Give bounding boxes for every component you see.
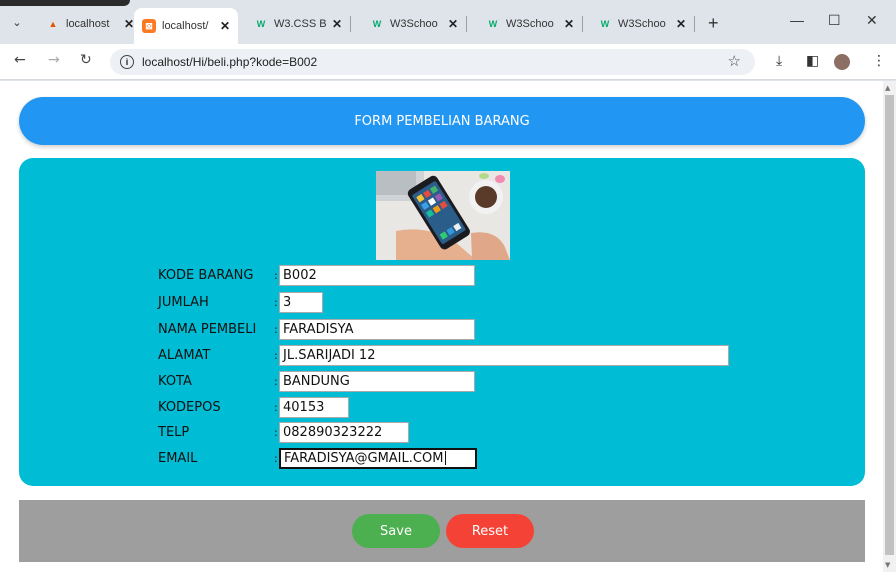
window-close-icon[interactable]: ✕ (866, 12, 878, 29)
form-row-email: EMAIL : FARADISYA@GMAIL.COM (158, 447, 477, 469)
form-row-kota: KOTA : BANDUNG (158, 370, 475, 392)
reset-button[interactable]: Reset (446, 514, 534, 548)
alamat-input[interactable]: JL.SARIJADI 12 (279, 344, 729, 366)
field-label: ALAMAT (158, 347, 211, 363)
purchase-form: KODE BARANG : B002 JUMLAH : 3 NAMA PEMBE… (19, 158, 865, 486)
tab-localhost-2[interactable]: ⊠ localhost/ ✕ (134, 8, 239, 44)
tab-w3schools-3[interactable]: W W3Schoo ✕ (590, 10, 696, 38)
site-info-icon[interactable]: i (120, 55, 134, 69)
close-icon[interactable]: ✕ (676, 17, 686, 31)
window-corner (0, 0, 130, 6)
tab-w3css[interactable]: W W3.CSS B ✕ (246, 10, 352, 38)
product-image (376, 171, 510, 260)
download-icon[interactable]: ⤓ (776, 53, 782, 69)
browser-toolbar: ← → ↻ i localhost/Hi/beli.php?kode=B002 … (0, 44, 896, 80)
field-label: TELP (158, 424, 190, 440)
form-row-kodepos: KODEPOS : 40153 (158, 396, 349, 418)
reload-icon[interactable]: ↻ (80, 52, 92, 68)
w3schools-favicon-icon: W (488, 19, 498, 29)
jumlah-input[interactable]: 3 (279, 291, 323, 313)
kodepos-input[interactable]: 40153 (279, 396, 349, 418)
bookmark-star-icon[interactable]: ☆ (728, 52, 741, 70)
maximize-icon[interactable]: ☐ (828, 12, 841, 29)
close-icon[interactable]: ✕ (220, 19, 230, 33)
form-actions: Save Reset (19, 500, 865, 562)
side-panel-icon[interactable]: ◧ (806, 53, 819, 69)
page-viewport: FORM PEMBELIAN BARANG KODE BARANG: B002… (0, 81, 896, 572)
w3schools-favicon-icon: W (600, 19, 610, 29)
back-arrow-icon[interactable]: ← (14, 52, 26, 68)
menu-dots-icon[interactable]: ⋮ (872, 53, 886, 69)
form-row-kode-barang: KODE BARANG : B002 (158, 264, 475, 286)
w3schools-favicon-icon: W (372, 19, 382, 29)
profile-avatar[interactable] (834, 54, 850, 70)
xampp-favicon-icon: ▲ (48, 19, 58, 29)
close-icon[interactable]: ✕ (448, 17, 458, 31)
kode-barang-input[interactable]: B002 (279, 264, 475, 286)
text-caret (445, 451, 447, 465)
new-tab-plus-icon[interactable]: + (708, 13, 719, 34)
form-row-jumlah: JUMLAH : 3 (158, 291, 323, 313)
form-row-telp: TELP : 082890323222 (158, 421, 409, 443)
scroll-up-arrow-icon[interactable]: ▲ (885, 84, 890, 92)
close-icon[interactable]: ✕ (332, 17, 342, 31)
close-icon[interactable]: ✕ (124, 17, 134, 31)
address-bar[interactable]: i localhost/Hi/beli.php?kode=B002 ☆ (110, 49, 755, 75)
xampp-favicon-icon: ⊠ (142, 19, 156, 33)
url-text: localhost/Hi/beli.php?kode=B002 (142, 55, 318, 69)
field-label: KOTA (158, 373, 192, 389)
field-label: KODEPOS (158, 399, 221, 415)
field-label: EMAIL (158, 450, 198, 466)
tab-w3schools-2[interactable]: W W3Schoo ✕ (478, 10, 584, 38)
forward-arrow-icon[interactable]: → (48, 52, 60, 68)
tab-strip: ⌄ ▲ localhost ✕ ⊠ localhost/ ✕ W W3.CSS … (0, 0, 896, 44)
form-row-nama-pembeli: NAMA PEMBELI : FARADISYA (158, 318, 475, 340)
field-label: NAMA PEMBELI (158, 321, 257, 337)
save-button[interactable]: Save (352, 514, 440, 548)
tab-w3schools-1[interactable]: W W3Schoo ✕ (362, 10, 468, 38)
minimize-icon[interactable]: — (790, 12, 804, 28)
field-label: KODE BARANG (158, 267, 254, 283)
close-icon[interactable]: ✕ (564, 17, 574, 31)
email-value: FARADISYA@GMAIL.COM (284, 450, 444, 466)
email-input[interactable]: FARADISYA@GMAIL.COM (279, 447, 477, 469)
scrollbar-thumb[interactable] (885, 95, 894, 555)
page-title: FORM PEMBELIAN BARANG (19, 97, 865, 145)
telp-input[interactable]: 082890323222 (279, 421, 409, 443)
field-label: JUMLAH (158, 294, 209, 310)
vertical-scrollbar[interactable]: ▲ ▼ (883, 81, 896, 572)
nama-pembeli-input[interactable]: FARADISYA (279, 318, 475, 340)
scroll-down-arrow-icon[interactable]: ▼ (885, 561, 890, 569)
w3schools-favicon-icon: W (256, 19, 266, 29)
tab-localhost-1[interactable]: ▲ localhost ✕ (38, 10, 144, 38)
tab-search-chevron-icon[interactable]: ⌄ (6, 11, 28, 33)
kota-input[interactable]: BANDUNG (279, 370, 475, 392)
form-row-alamat: ALAMAT : JL.SARIJADI 12 (158, 344, 729, 366)
